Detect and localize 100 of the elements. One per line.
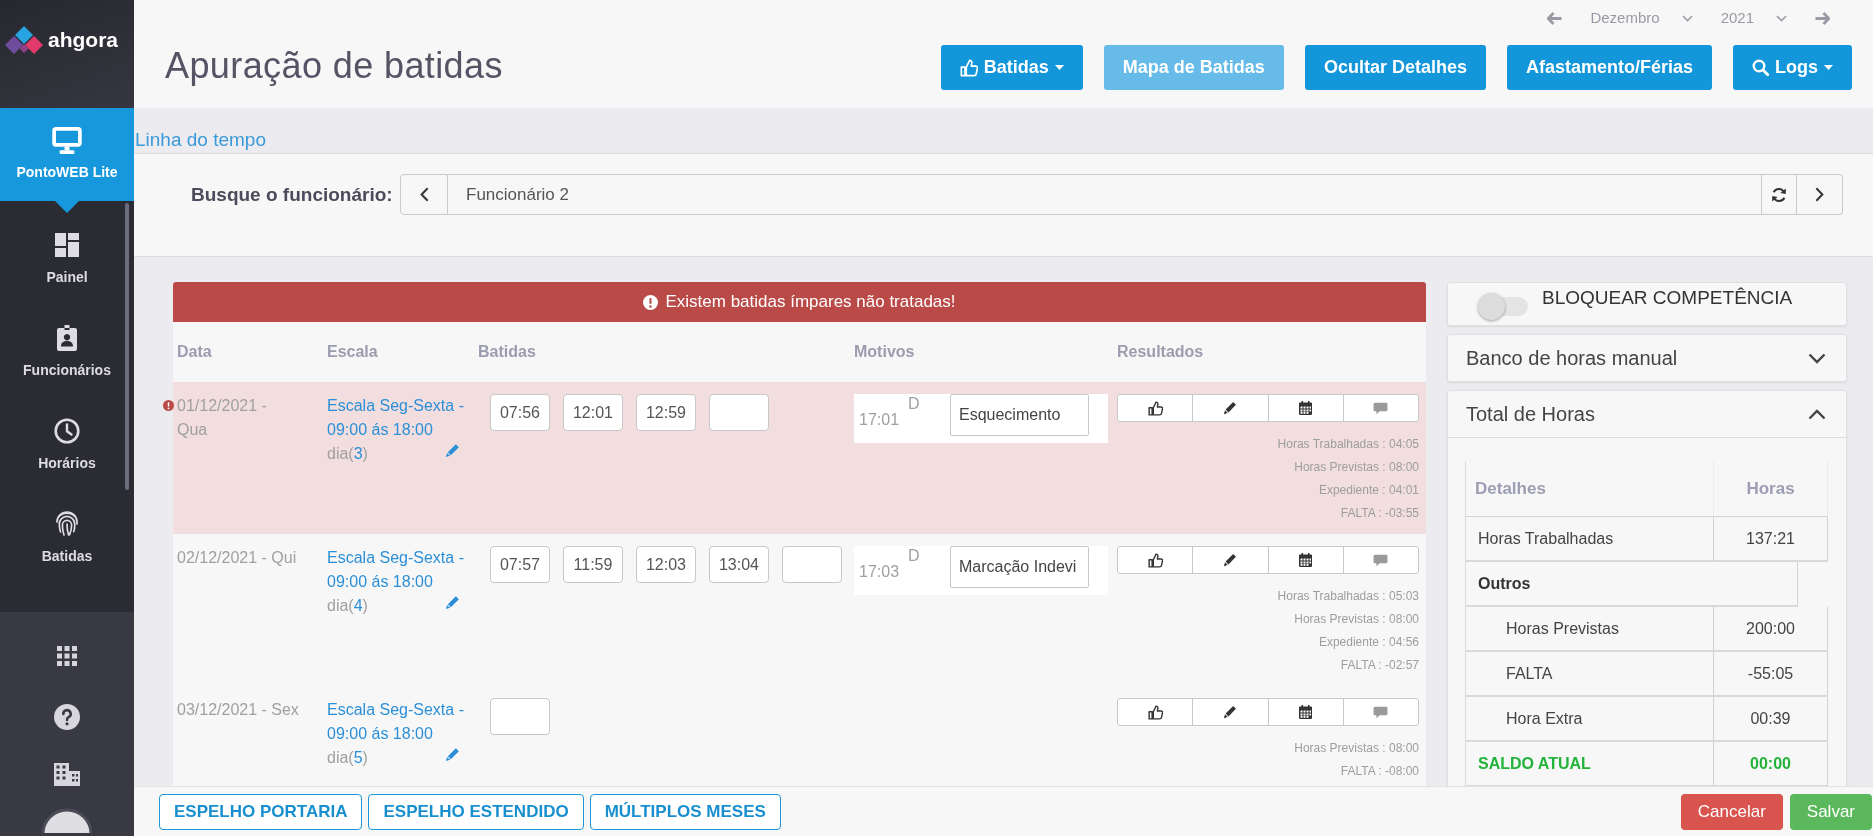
year-select[interactable]: 2021: [1720, 8, 1787, 28]
calendar-button[interactable]: [1267, 546, 1344, 574]
section-header[interactable]: Total de Horas: [1448, 391, 1846, 438]
calendar-button[interactable]: [1267, 394, 1344, 422]
caret-down-icon: [1054, 65, 1064, 70]
thumbs-up-icon: [959, 58, 978, 77]
month-select[interactable]: Dezembro: [1590, 8, 1693, 28]
logo-text: ahgora: [48, 27, 118, 53]
time-field[interactable]: 07:57: [490, 546, 550, 583]
nav-item[interactable]: Painel: [0, 213, 134, 306]
time-field[interactable]: 07:56: [490, 394, 550, 431]
arrow-left-icon[interactable]: [1547, 11, 1563, 25]
dropdown-button[interactable]: Logs: [1733, 45, 1852, 90]
edit-button[interactable]: [1192, 546, 1269, 574]
comment-icon: [1373, 705, 1389, 719]
table-cell: 00:39: [1714, 697, 1828, 742]
pencil-icon[interactable]: [445, 442, 460, 458]
dropdown-button[interactable]: Batidas: [940, 45, 1083, 90]
calendar-button[interactable]: [1267, 698, 1344, 726]
schedule-link[interactable]: Escala Seg-Sexta - 09:00 ás 18:00: [327, 394, 468, 442]
grid-icon[interactable]: [57, 646, 77, 666]
arrow-right-icon[interactable]: [1815, 11, 1830, 25]
lock-label: BLOQUEAR COMPETÊNCIA: [1542, 286, 1793, 310]
scrollbar-thumb[interactable]: [125, 203, 129, 490]
chevron-down-icon: [1776, 14, 1787, 22]
summary-text: Horas Previstas : 08:00: [1294, 611, 1419, 628]
table-cell: 137:21: [1714, 517, 1828, 562]
column-header: Batidas: [478, 343, 537, 361]
column-header: Detalhes: [1466, 461, 1714, 517]
employee-field[interactable]: Funcionário 2: [448, 174, 1761, 215]
time-field[interactable]: [709, 394, 769, 431]
toolbar-button[interactable]: Ocultar Detalhes: [1304, 45, 1486, 90]
pencil-icon: [1223, 553, 1238, 567]
approve-button[interactable]: [1117, 698, 1194, 726]
refresh-button[interactable]: [1761, 174, 1797, 215]
nav-item[interactable]: Batidas: [0, 492, 134, 585]
date-text: 02/12/2021 - Qui: [177, 548, 297, 568]
reason-select[interactable]: Marcação Indevi: [950, 546, 1089, 588]
fingerprint-icon: [55, 511, 79, 537]
schedule-link[interactable]: Escala Seg-Sexta - 09:00 ás 18:00: [327, 698, 468, 746]
day-link[interactable]: 5: [353, 749, 363, 766]
report-button[interactable]: ESPELHO PORTARIA: [159, 793, 363, 830]
cancel-button[interactable]: Cancelar: [1680, 793, 1783, 830]
chevron-right-icon: [1815, 187, 1824, 202]
exclamation-icon: [643, 294, 659, 310]
summary-text: Horas Trabalhadas : 05:03: [1277, 588, 1419, 605]
summary-text: Expediente : 04:01: [1318, 482, 1419, 499]
approve-button[interactable]: [1117, 546, 1194, 574]
calendar-icon: [1299, 705, 1313, 719]
pointer-icon: [55, 201, 79, 213]
comment-icon: [1373, 553, 1389, 567]
column-header: Motivos: [854, 343, 916, 361]
report-button[interactable]: MÚLTIPLOS MESES: [589, 793, 781, 830]
time-field[interactable]: [490, 698, 550, 735]
thumbs-up-icon: [1147, 400, 1163, 416]
comment-icon: [1373, 401, 1389, 415]
search-label: Busque o funcionário:: [190, 183, 394, 207]
edit-button[interactable]: [1192, 394, 1269, 422]
section-header[interactable]: Banco de horas manual: [1448, 335, 1846, 381]
reason-time: 17:03: [859, 562, 900, 582]
time-field[interactable]: 12:03: [636, 546, 696, 583]
time-field[interactable]: 11:59: [563, 546, 623, 583]
reason-code-label: D: [908, 394, 920, 414]
building-icon[interactable]: [54, 763, 80, 786]
table-cell: Horas Previstas: [1466, 607, 1714, 652]
nav-item[interactable]: Horários: [0, 399, 134, 492]
chevron-up-icon: [1808, 408, 1826, 420]
time-field[interactable]: [782, 546, 842, 583]
edit-button[interactable]: [1192, 698, 1269, 726]
schedule-link[interactable]: Escala Seg-Sexta - 09:00 ás 18:00: [327, 546, 468, 594]
time-field[interactable]: 13:04: [709, 546, 769, 583]
time-field[interactable]: 12:59: [636, 394, 696, 431]
summary-text: FALTA : -08:00: [1340, 763, 1419, 780]
toggle-switch[interactable]: [1478, 293, 1528, 320]
toolbar-button[interactable]: Afastamento/Férias: [1506, 45, 1712, 90]
column-header: Escala: [327, 343, 379, 361]
column-header: Resultados: [1117, 343, 1205, 361]
day-link[interactable]: 4: [353, 597, 363, 614]
timeline-link[interactable]: Linha do tempo: [135, 128, 266, 152]
pencil-icon[interactable]: [445, 746, 460, 762]
exclamation-icon: [163, 400, 174, 411]
save-button[interactable]: Salvar: [1789, 793, 1872, 830]
calendar-icon: [1299, 553, 1313, 567]
report-button[interactable]: ESPELHO ESTENDIDO: [368, 793, 584, 830]
reason-select[interactable]: Esquecimento: [950, 394, 1089, 436]
time-field[interactable]: 12:01: [563, 394, 623, 431]
date-text: 03/12/2021 - Sex: [177, 700, 299, 720]
pencil-icon[interactable]: [445, 594, 460, 610]
calendar-icon: [1299, 401, 1313, 415]
nav-item[interactable]: PontoWEB Lite: [0, 108, 134, 213]
approve-button[interactable]: [1117, 394, 1194, 422]
help-icon[interactable]: [54, 704, 80, 730]
day-link[interactable]: 3: [353, 445, 363, 462]
nav-item[interactable]: Funcionários: [0, 306, 134, 399]
day-count: dia(3): [327, 444, 368, 464]
diamond-logo-icon: [5, 26, 43, 54]
chevron-down-icon: [1681, 14, 1693, 22]
avatar-icon[interactable]: [41, 807, 93, 833]
column-header: Horas: [1714, 461, 1828, 517]
reason-code-label: D: [908, 546, 920, 566]
